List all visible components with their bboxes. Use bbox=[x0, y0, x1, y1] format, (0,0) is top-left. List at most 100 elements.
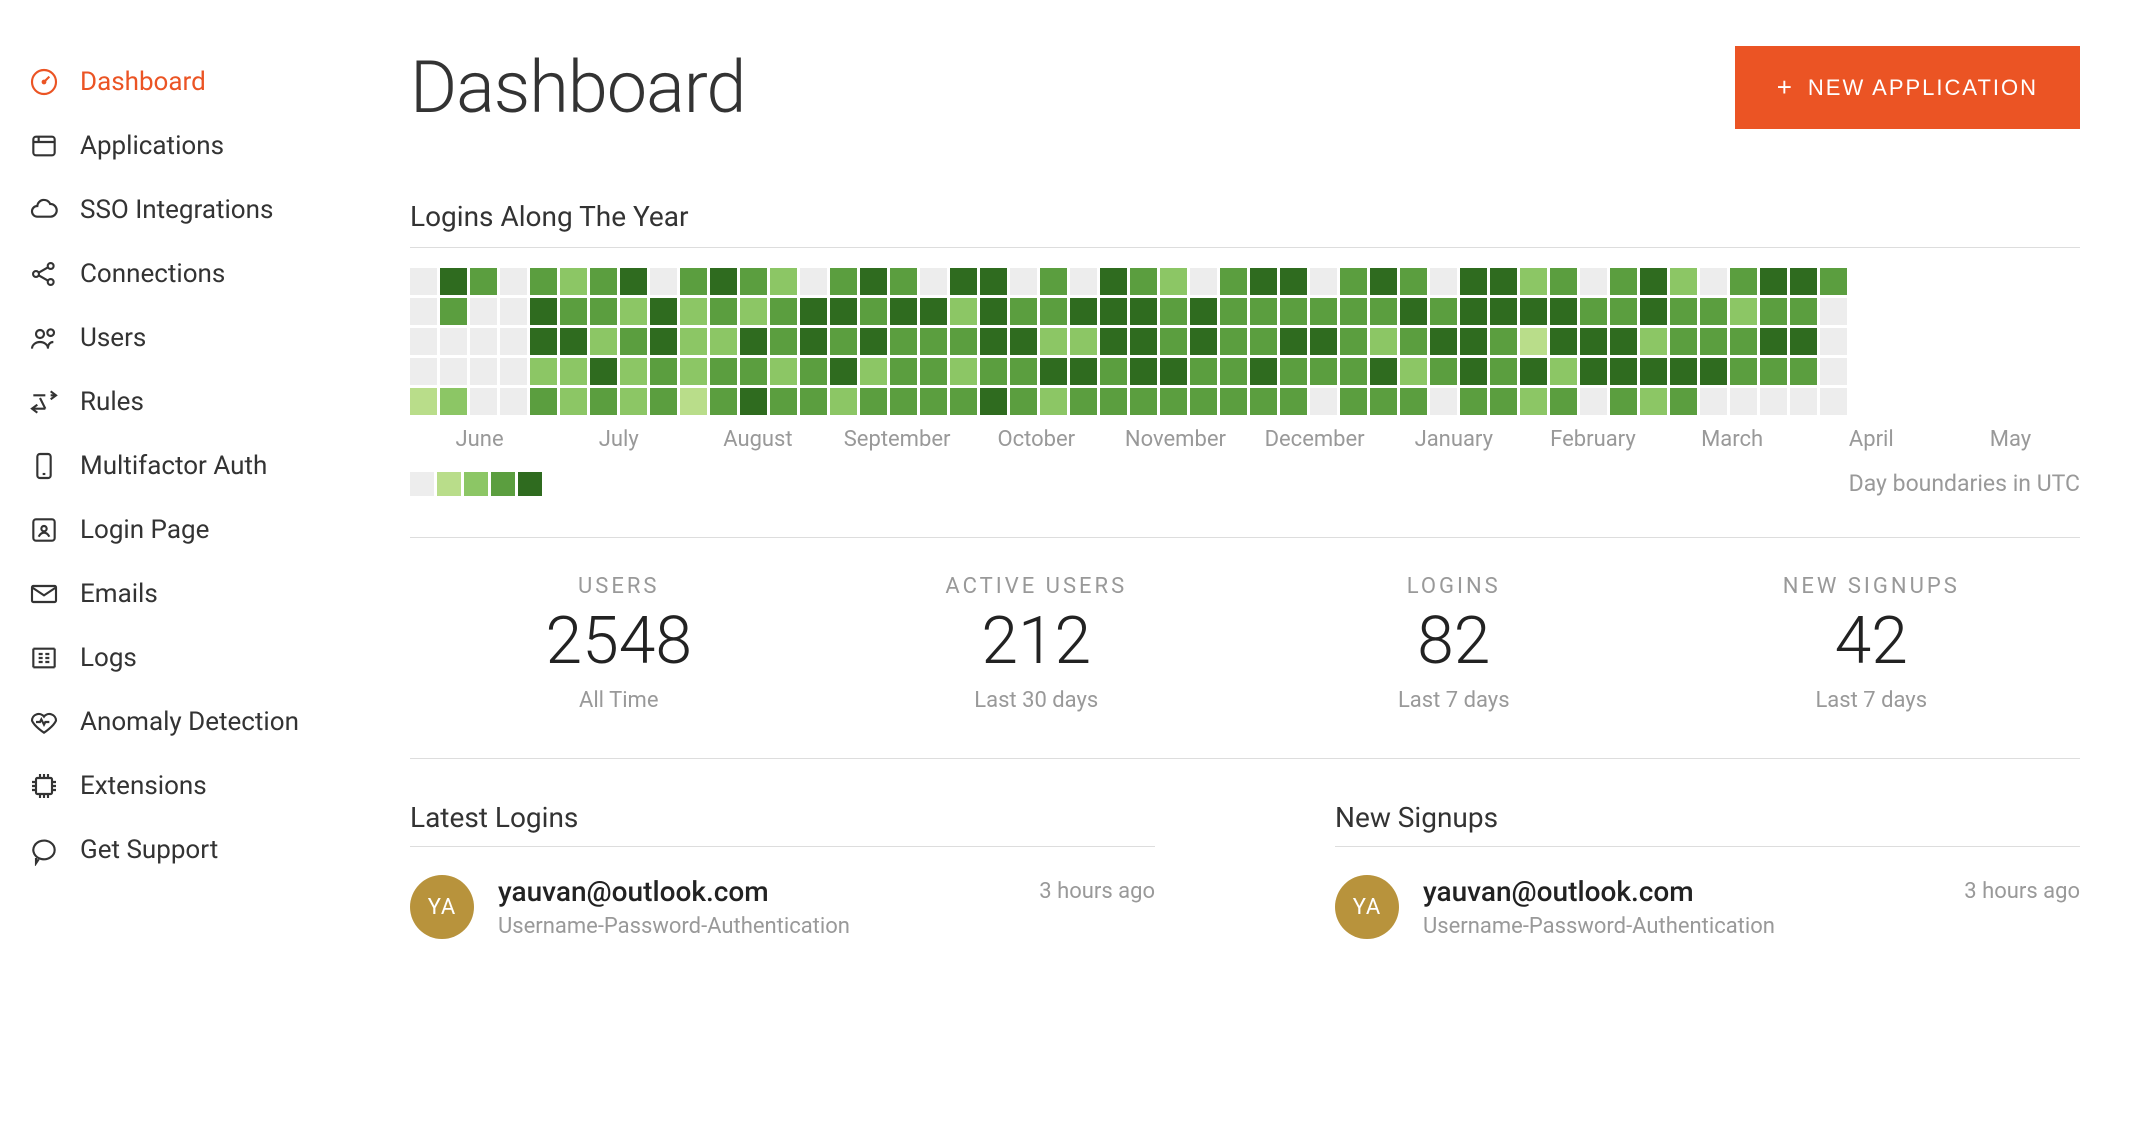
heatmap-cell[interactable] bbox=[890, 388, 917, 415]
heatmap-cell[interactable] bbox=[560, 298, 587, 325]
heatmap-cell[interactable] bbox=[560, 328, 587, 355]
heatmap-cell[interactable] bbox=[1820, 358, 1847, 385]
heatmap-cell[interactable] bbox=[500, 268, 527, 295]
heatmap-cell[interactable] bbox=[1700, 358, 1727, 385]
heatmap-cell[interactable] bbox=[1340, 298, 1367, 325]
heatmap-cell[interactable] bbox=[1160, 358, 1187, 385]
heatmap-cell[interactable] bbox=[1760, 298, 1787, 325]
heatmap-cell[interactable] bbox=[620, 358, 647, 385]
heatmap-cell[interactable] bbox=[1100, 268, 1127, 295]
heatmap-cell[interactable] bbox=[470, 268, 497, 295]
heatmap-cell[interactable] bbox=[1220, 298, 1247, 325]
heatmap-cell[interactable] bbox=[950, 388, 977, 415]
heatmap-cell[interactable] bbox=[1130, 388, 1157, 415]
heatmap-cell[interactable] bbox=[440, 328, 467, 355]
heatmap-cell[interactable] bbox=[1160, 328, 1187, 355]
heatmap-cell[interactable] bbox=[650, 358, 677, 385]
heatmap-cell[interactable] bbox=[530, 328, 557, 355]
heatmap-cell[interactable] bbox=[500, 358, 527, 385]
heatmap-cell[interactable] bbox=[470, 388, 497, 415]
heatmap-cell[interactable] bbox=[1340, 388, 1367, 415]
heatmap-cell[interactable] bbox=[770, 388, 797, 415]
heatmap-cell[interactable] bbox=[590, 388, 617, 415]
heatmap-cell[interactable] bbox=[1250, 328, 1277, 355]
heatmap-cell[interactable] bbox=[1670, 268, 1697, 295]
heatmap-cell[interactable] bbox=[800, 358, 827, 385]
heatmap-cell[interactable] bbox=[950, 268, 977, 295]
heatmap-cell[interactable] bbox=[1730, 298, 1757, 325]
heatmap-cell[interactable] bbox=[800, 268, 827, 295]
heatmap-cell[interactable] bbox=[470, 358, 497, 385]
heatmap-cell[interactable] bbox=[740, 388, 767, 415]
heatmap-cell[interactable] bbox=[1790, 358, 1817, 385]
heatmap-cell[interactable] bbox=[1640, 358, 1667, 385]
heatmap-cell[interactable] bbox=[1130, 298, 1157, 325]
heatmap-cell[interactable] bbox=[410, 268, 437, 295]
heatmap-cell[interactable] bbox=[1280, 358, 1307, 385]
heatmap-cell[interactable] bbox=[500, 388, 527, 415]
heatmap-cell[interactable] bbox=[890, 328, 917, 355]
heatmap-cell[interactable] bbox=[950, 358, 977, 385]
heatmap-cell[interactable] bbox=[920, 268, 947, 295]
heatmap-cell[interactable] bbox=[410, 388, 437, 415]
heatmap-cell[interactable] bbox=[1700, 298, 1727, 325]
heatmap-cell[interactable] bbox=[1220, 388, 1247, 415]
heatmap-cell[interactable] bbox=[1190, 358, 1217, 385]
heatmap-cell[interactable] bbox=[620, 298, 647, 325]
heatmap-cell[interactable] bbox=[1700, 268, 1727, 295]
new-application-button[interactable]: + NEW APPLICATION bbox=[1735, 46, 2080, 129]
heatmap-cell[interactable] bbox=[1130, 268, 1157, 295]
heatmap-cell[interactable] bbox=[1100, 328, 1127, 355]
heatmap-cell[interactable] bbox=[920, 298, 947, 325]
heatmap-cell[interactable] bbox=[1340, 328, 1367, 355]
heatmap-cell[interactable] bbox=[1490, 388, 1517, 415]
sidebar-item-extensions[interactable]: Extensions bbox=[18, 754, 370, 818]
heatmap-cell[interactable] bbox=[1100, 358, 1127, 385]
heatmap-cell[interactable] bbox=[1760, 328, 1787, 355]
heatmap-cell[interactable] bbox=[1820, 298, 1847, 325]
heatmap-cell[interactable] bbox=[950, 328, 977, 355]
heatmap-cell[interactable] bbox=[1040, 298, 1067, 325]
heatmap-cell[interactable] bbox=[1580, 328, 1607, 355]
heatmap-cell[interactable] bbox=[1190, 388, 1217, 415]
heatmap-cell[interactable] bbox=[860, 328, 887, 355]
heatmap-cell[interactable] bbox=[1730, 388, 1757, 415]
heatmap-cell[interactable] bbox=[1010, 358, 1037, 385]
heatmap-cell[interactable] bbox=[1730, 328, 1757, 355]
heatmap-cell[interactable] bbox=[1070, 328, 1097, 355]
heatmap-cell[interactable] bbox=[1040, 388, 1067, 415]
heatmap-cell[interactable] bbox=[560, 268, 587, 295]
heatmap-cell[interactable] bbox=[1760, 268, 1787, 295]
heatmap-cell[interactable] bbox=[1580, 388, 1607, 415]
heatmap-cell[interactable] bbox=[860, 298, 887, 325]
heatmap-cell[interactable] bbox=[1430, 328, 1457, 355]
heatmap-cell[interactable] bbox=[1670, 298, 1697, 325]
heatmap-cell[interactable] bbox=[1370, 298, 1397, 325]
heatmap-cell[interactable] bbox=[1820, 328, 1847, 355]
heatmap-cell[interactable] bbox=[1700, 388, 1727, 415]
heatmap-cell[interactable] bbox=[1070, 388, 1097, 415]
heatmap-cell[interactable] bbox=[1280, 298, 1307, 325]
heatmap-cell[interactable] bbox=[1370, 358, 1397, 385]
heatmap-cell[interactable] bbox=[650, 268, 677, 295]
heatmap-cell[interactable] bbox=[1250, 358, 1277, 385]
heatmap-cell[interactable] bbox=[1070, 268, 1097, 295]
heatmap-cell[interactable] bbox=[740, 358, 767, 385]
heatmap-cell[interactable] bbox=[1250, 298, 1277, 325]
heatmap-cell[interactable] bbox=[1220, 328, 1247, 355]
heatmap-cell[interactable] bbox=[740, 268, 767, 295]
sidebar-item-applications[interactable]: Applications bbox=[18, 114, 370, 178]
heatmap-cell[interactable] bbox=[470, 298, 497, 325]
heatmap-cell[interactable] bbox=[560, 358, 587, 385]
heatmap-cell[interactable] bbox=[1370, 268, 1397, 295]
heatmap-cell[interactable] bbox=[1010, 268, 1037, 295]
heatmap-cell[interactable] bbox=[980, 328, 1007, 355]
heatmap-cell[interactable] bbox=[1340, 358, 1367, 385]
heatmap-cell[interactable] bbox=[1280, 388, 1307, 415]
heatmap-cell[interactable] bbox=[1820, 388, 1847, 415]
heatmap-cell[interactable] bbox=[1010, 388, 1037, 415]
heatmap-cell[interactable] bbox=[1070, 298, 1097, 325]
heatmap-cell[interactable] bbox=[800, 388, 827, 415]
heatmap-cell[interactable] bbox=[950, 298, 977, 325]
heatmap-cell[interactable] bbox=[1400, 298, 1427, 325]
